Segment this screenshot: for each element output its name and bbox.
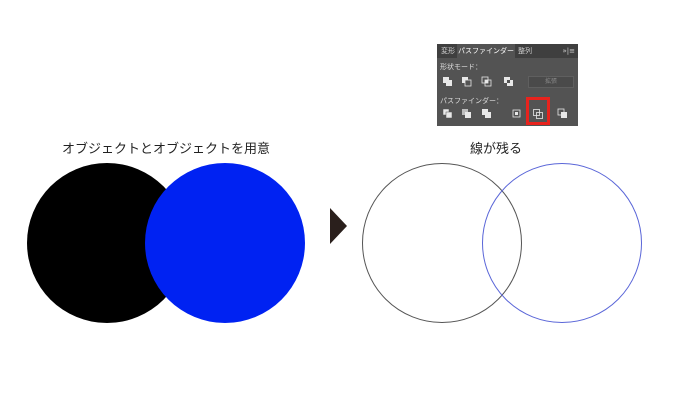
tab-align[interactable]: 整列 xyxy=(517,44,533,58)
exclude-icon[interactable] xyxy=(503,76,515,87)
minus-back-icon[interactable] xyxy=(557,108,569,119)
trim-icon[interactable] xyxy=(461,108,473,119)
tab-transform[interactable]: 変形 xyxy=(439,44,457,58)
outline-button-highlight xyxy=(526,97,550,125)
tab-pathfinder[interactable]: パスファインダー xyxy=(457,44,515,58)
merge-icon[interactable] xyxy=(481,108,493,119)
left-caption: オブジェクトとオブジェクトを用意 xyxy=(62,142,271,157)
blue-circle xyxy=(145,163,305,323)
divide-icon[interactable] xyxy=(442,108,454,119)
outline-circle-right xyxy=(482,163,642,323)
crop-icon[interactable] xyxy=(511,108,523,119)
arrow-right-icon xyxy=(330,208,347,244)
pathfinder-panel: 変形 パスファインダー 整列 »|≡ 形状モード： 拡張 パスファインダー： xyxy=(437,44,578,126)
pathfinder-label: パスファインダー： xyxy=(440,97,503,105)
right-caption: 線が残る xyxy=(470,142,523,157)
minus-front-icon[interactable] xyxy=(461,76,473,87)
intersect-icon[interactable] xyxy=(481,76,493,87)
expand-button[interactable]: 拡張 xyxy=(528,76,574,88)
panel-menu-icon[interactable]: »|≡ xyxy=(562,44,575,58)
unite-icon[interactable] xyxy=(442,76,454,87)
shape-mode-label: 形状モード： xyxy=(440,63,482,71)
panel-tab-bar: 変形 パスファインダー 整列 »|≡ xyxy=(437,44,578,58)
